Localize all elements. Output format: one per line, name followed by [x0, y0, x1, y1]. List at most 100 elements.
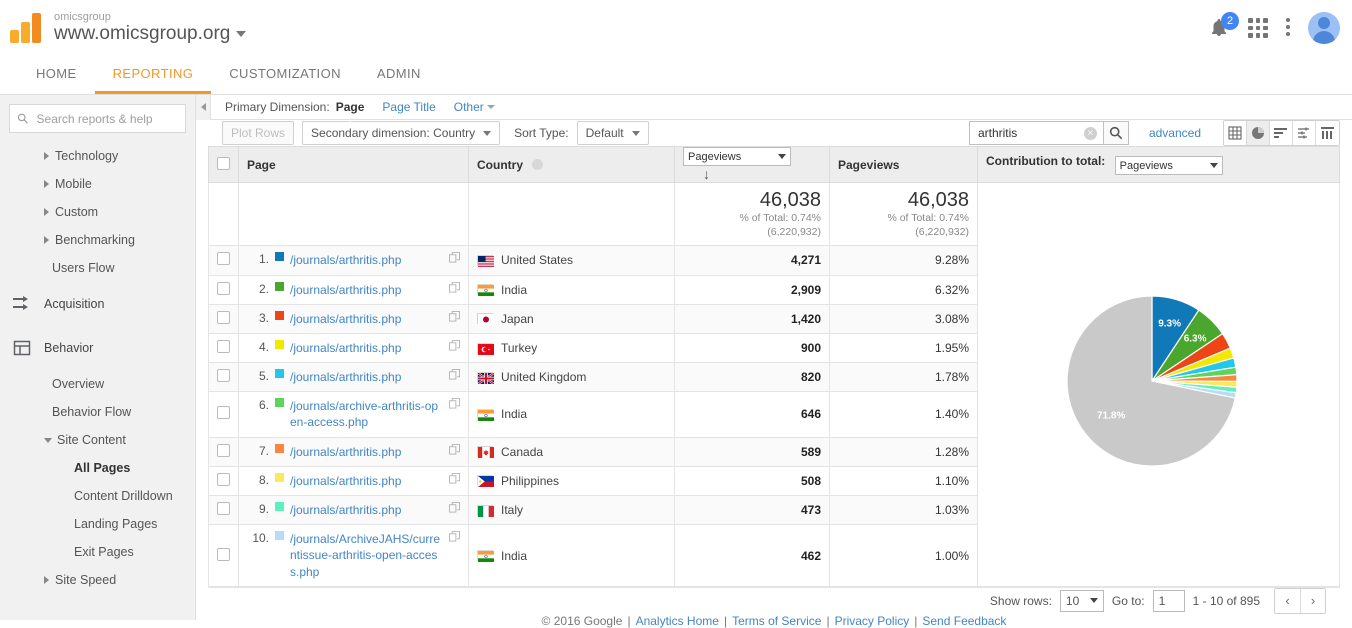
user-avatar[interactable]: [1308, 12, 1340, 44]
sort-descending-icon[interactable]: ↓: [703, 166, 710, 182]
open-page-icon[interactable]: [449, 443, 460, 455]
sidebar-item-site-speed[interactable]: Site Speed: [0, 566, 195, 594]
next-page-button[interactable]: ›: [1300, 588, 1325, 613]
sidebar-item-site-content[interactable]: Site Content: [0, 426, 195, 454]
sidebar-item-acquisition[interactable]: Acquisition: [0, 282, 195, 326]
collapse-sidebar-button[interactable]: [196, 94, 211, 120]
page-link[interactable]: /journals/arthritis.php: [290, 502, 444, 518]
advanced-filter-link[interactable]: advanced: [1149, 126, 1201, 140]
plot-rows-button[interactable]: Plot Rows: [222, 121, 295, 145]
metric-select[interactable]: Pageviews: [683, 147, 791, 166]
row-select-cell[interactable]: [208, 332, 239, 364]
open-page-icon[interactable]: [449, 310, 460, 322]
performance-view-icon[interactable]: [1270, 121, 1293, 145]
sidebar-item-users-flow[interactable]: Users Flow: [0, 254, 195, 282]
sidebar-item-custom[interactable]: Custom: [0, 198, 195, 226]
open-page-icon[interactable]: [449, 339, 460, 351]
tab-admin[interactable]: ADMIN: [359, 56, 439, 94]
kebab-menu-icon[interactable]: [1286, 17, 1290, 39]
tab-home[interactable]: HOME: [18, 56, 95, 94]
row-select-cell[interactable]: [208, 274, 239, 305]
comparison-view-icon[interactable]: [1293, 121, 1316, 145]
row-checkbox[interactable]: [217, 406, 230, 420]
sidebar-item-mobile[interactable]: Mobile: [0, 170, 195, 198]
row-select-cell[interactable]: [208, 303, 239, 334]
open-page-icon[interactable]: [449, 369, 460, 380]
column-header-country[interactable]: Country: [468, 146, 675, 183]
link-analytics-home[interactable]: Analytics Home: [636, 614, 719, 628]
prev-page-button[interactable]: ‹: [1275, 588, 1300, 613]
page-link[interactable]: /journals/arthritis.php: [290, 369, 444, 385]
notifications-button[interactable]: 2: [1208, 12, 1239, 40]
column-header-metric-select[interactable]: Pageviews ↓: [674, 146, 830, 183]
row-checkbox[interactable]: [217, 502, 230, 516]
table-search-input[interactable]: [975, 125, 1084, 141]
row-select-cell[interactable]: [208, 436, 239, 467]
remove-secondary-dimension-icon[interactable]: [532, 158, 544, 170]
row-checkbox[interactable]: [217, 443, 230, 457]
open-page-icon[interactable]: [449, 531, 460, 542]
page-link[interactable]: /journals/arthritis.php: [290, 311, 444, 327]
clear-search-icon[interactable]: ×: [1083, 126, 1097, 140]
row-checkbox[interactable]: [217, 252, 230, 266]
account-selector[interactable]: omicsgroup www.omicsgroup.org: [54, 11, 247, 45]
tab-customization[interactable]: CUSTOMIZATION: [211, 56, 359, 94]
row-checkbox[interactable]: [217, 369, 230, 383]
page-link[interactable]: /journals/archive-arthritis-open-access.…: [290, 398, 444, 430]
pie-chart-view-icon[interactable]: [1247, 121, 1270, 145]
sort-type-select[interactable]: Default: [576, 121, 649, 145]
show-rows-select[interactable]: 10: [1059, 589, 1104, 612]
column-header-page[interactable]: Page: [238, 146, 469, 183]
open-page-icon[interactable]: [449, 252, 460, 263]
open-page-icon[interactable]: [449, 472, 460, 484]
column-header-pageviews[interactable]: Pageviews: [829, 146, 978, 183]
link-send-feedback[interactable]: Send Feedback: [922, 614, 1006, 628]
open-page-icon[interactable]: [449, 398, 460, 409]
sidebar-item-benchmarking[interactable]: Benchmarking: [0, 226, 195, 254]
contribution-pie-chart[interactable]: 9.3%6.3% 71.8%: [986, 233, 1316, 533]
tab-reporting[interactable]: REPORTING: [94, 56, 212, 94]
go-to-input[interactable]: 1: [1152, 589, 1185, 612]
dimension-page-title-link[interactable]: Page Title: [382, 100, 435, 114]
row-select-cell[interactable]: [208, 465, 239, 497]
sidebar-item-all-pages[interactable]: All Pages: [0, 454, 195, 482]
sidebar-item-exit-pages[interactable]: Exit Pages: [0, 538, 195, 566]
secondary-dimension-button[interactable]: Secondary dimension: Country: [302, 121, 501, 145]
open-page-icon[interactable]: [449, 502, 460, 513]
table-view-icon[interactable]: [1224, 121, 1247, 145]
sidebar-item-behavior-flow[interactable]: Behavior Flow: [0, 398, 195, 426]
row-select-cell[interactable]: [208, 362, 239, 393]
row-checkbox[interactable]: [217, 472, 230, 486]
sidebar-item-content-drilldown[interactable]: Content Drilldown: [0, 482, 195, 510]
primary-dimension-current[interactable]: Page: [336, 100, 364, 126]
sidebar-item-technology[interactable]: Technology: [0, 142, 195, 170]
row-checkbox[interactable]: [217, 547, 230, 561]
chevron-down-icon[interactable]: [236, 31, 247, 38]
sidebar-search[interactable]: [9, 104, 186, 133]
link-terms-of-service[interactable]: Terms of Service: [732, 614, 821, 628]
search-input[interactable]: [34, 110, 178, 127]
pivot-view-icon[interactable]: [1316, 121, 1339, 145]
page-link[interactable]: /journals/arthritis.php: [290, 252, 444, 268]
sidebar-item-behavior[interactable]: Behavior: [0, 326, 195, 370]
dimension-other-link[interactable]: Other: [454, 100, 495, 114]
link-privacy-policy[interactable]: Privacy Policy: [835, 614, 910, 628]
open-page-icon[interactable]: [449, 281, 460, 293]
page-link[interactable]: /journals/arthritis.php: [290, 282, 444, 298]
select-all-header[interactable]: [208, 146, 239, 183]
apps-grid-icon[interactable]: [1248, 18, 1268, 38]
row-select-cell[interactable]: [208, 245, 239, 276]
page-link[interactable]: /journals/arthritis.php: [290, 444, 444, 460]
sidebar-item-overview[interactable]: Overview: [0, 370, 195, 398]
contribution-metric-select[interactable]: Pageviews: [1114, 156, 1223, 176]
row-select-cell[interactable]: [208, 391, 239, 438]
row-checkbox[interactable]: [217, 310, 230, 324]
page-link[interactable]: /journals/arthritis.php: [290, 340, 444, 356]
row-select-cell[interactable]: [208, 524, 239, 587]
row-checkbox[interactable]: [217, 340, 230, 353]
table-search-button[interactable]: [1102, 121, 1129, 145]
sidebar-item-landing-pages[interactable]: Landing Pages: [0, 510, 195, 538]
page-link[interactable]: /journals/ArchiveJAHS/currentissue-arthr…: [290, 531, 444, 580]
row-select-cell[interactable]: [208, 495, 239, 526]
page-link[interactable]: /journals/arthritis.php: [290, 473, 444, 489]
